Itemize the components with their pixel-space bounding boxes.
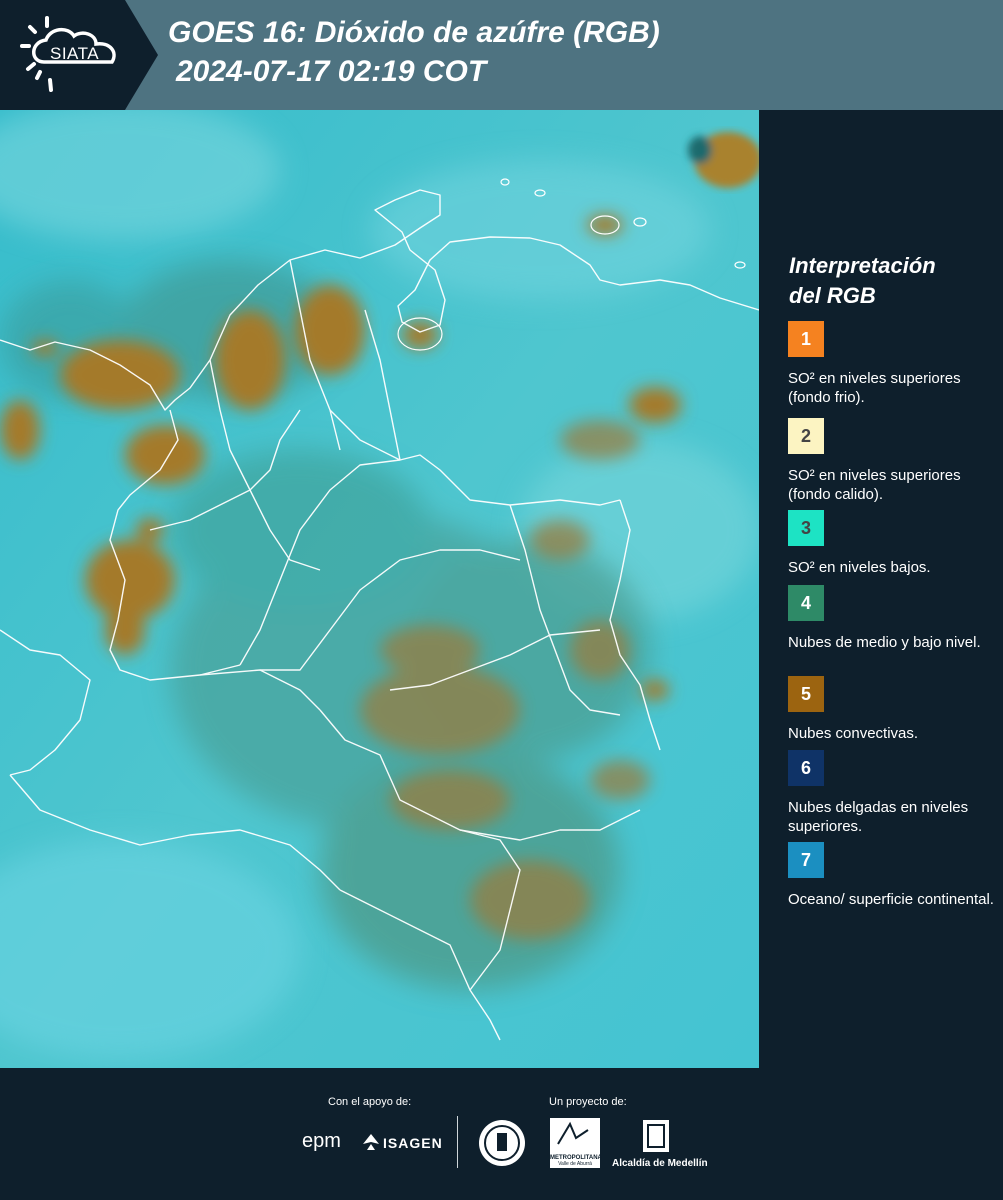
metro-sub-text: Valle de Aburrá bbox=[558, 1161, 592, 1167]
page-timestamp: 2024-07-17 02:19 COT bbox=[176, 55, 487, 88]
legend-item-2: 2 SO² en niveles superiores (fondo calid… bbox=[788, 418, 998, 504]
legend-title-line1: Interpretación bbox=[789, 253, 936, 278]
siata-logo[interactable]: SIATA bbox=[0, 0, 158, 110]
legend-item-4: 4 Nubes de medio y bajo nivel. bbox=[788, 585, 998, 652]
project-label: Un proyecto de: bbox=[549, 1096, 627, 1108]
legend-label-3: SO² en niveles bajos. bbox=[788, 559, 931, 576]
legend-label-6: Nubes delgadas en niveles superiores. bbox=[788, 799, 969, 835]
footer-divider bbox=[457, 1116, 458, 1168]
legend-label-7: Oceano/ superficie continental. bbox=[788, 891, 994, 908]
legend-panel: Interpretación del RGB 1 SO² en niveles … bbox=[760, 110, 1003, 1068]
isagen-icon bbox=[361, 1132, 381, 1157]
medellin-seal-icon[interactable] bbox=[477, 1118, 527, 1173]
footer: Con el apoyo de: Un proyecto de: epm ISA… bbox=[0, 1068, 1003, 1200]
legend-swatch-7: 7 bbox=[788, 842, 824, 878]
satellite-map[interactable] bbox=[0, 110, 759, 1068]
legend-item-1: 1 SO² en niveles superiores (fondo frio)… bbox=[788, 321, 998, 407]
legend-item-5: 5 Nubes convectivas. bbox=[788, 676, 998, 743]
legend-item-3: 3 SO² en niveles bajos. bbox=[788, 510, 998, 577]
page-title: GOES 16: Dióxido de azúfre (RGB) bbox=[168, 16, 660, 49]
alcaldia-shield-icon bbox=[641, 1118, 671, 1159]
legend-swatch-4: 4 bbox=[788, 585, 824, 621]
header-bar: SIATA GOES 16: Dióxido de azúfre (RGB) 2… bbox=[0, 0, 1003, 110]
legend-swatch-6: 6 bbox=[788, 750, 824, 786]
legend-swatch-5: 5 bbox=[788, 676, 824, 712]
epm-logo[interactable]: epm bbox=[302, 1130, 341, 1153]
logo-text: SIATA bbox=[50, 44, 100, 63]
isagen-logo[interactable]: ISAGEN bbox=[383, 1135, 443, 1151]
legend-swatch-1: 1 bbox=[788, 321, 824, 357]
legend-swatch-2: 2 bbox=[788, 418, 824, 454]
legend-label-1: SO² en niveles superiores (fondo frio). bbox=[788, 370, 961, 406]
legend-label-4: Nubes de medio y bajo nivel. bbox=[788, 634, 981, 651]
legend-label-5: Nubes convectivas. bbox=[788, 725, 919, 742]
legend-label-2: SO² en niveles superiores (fondo calido)… bbox=[788, 467, 961, 503]
legend-item-6: 6 Nubes delgadas en niveles superiores. bbox=[788, 750, 998, 836]
legend-item-7: 7 Oceano/ superficie continental. bbox=[788, 842, 998, 909]
legend-title-line2: del RGB bbox=[789, 283, 876, 308]
alcaldia-logo-text[interactable]: Alcaldía de Medellín bbox=[612, 1158, 708, 1169]
area-metropolitana-logo[interactable]: METROPOLITANA Valle de Aburrá bbox=[550, 1118, 602, 1168]
legend-title: Interpretación del RGB bbox=[789, 251, 989, 311]
legend-swatch-3: 3 bbox=[788, 510, 824, 546]
support-label: Con el apoyo de: bbox=[328, 1096, 412, 1108]
